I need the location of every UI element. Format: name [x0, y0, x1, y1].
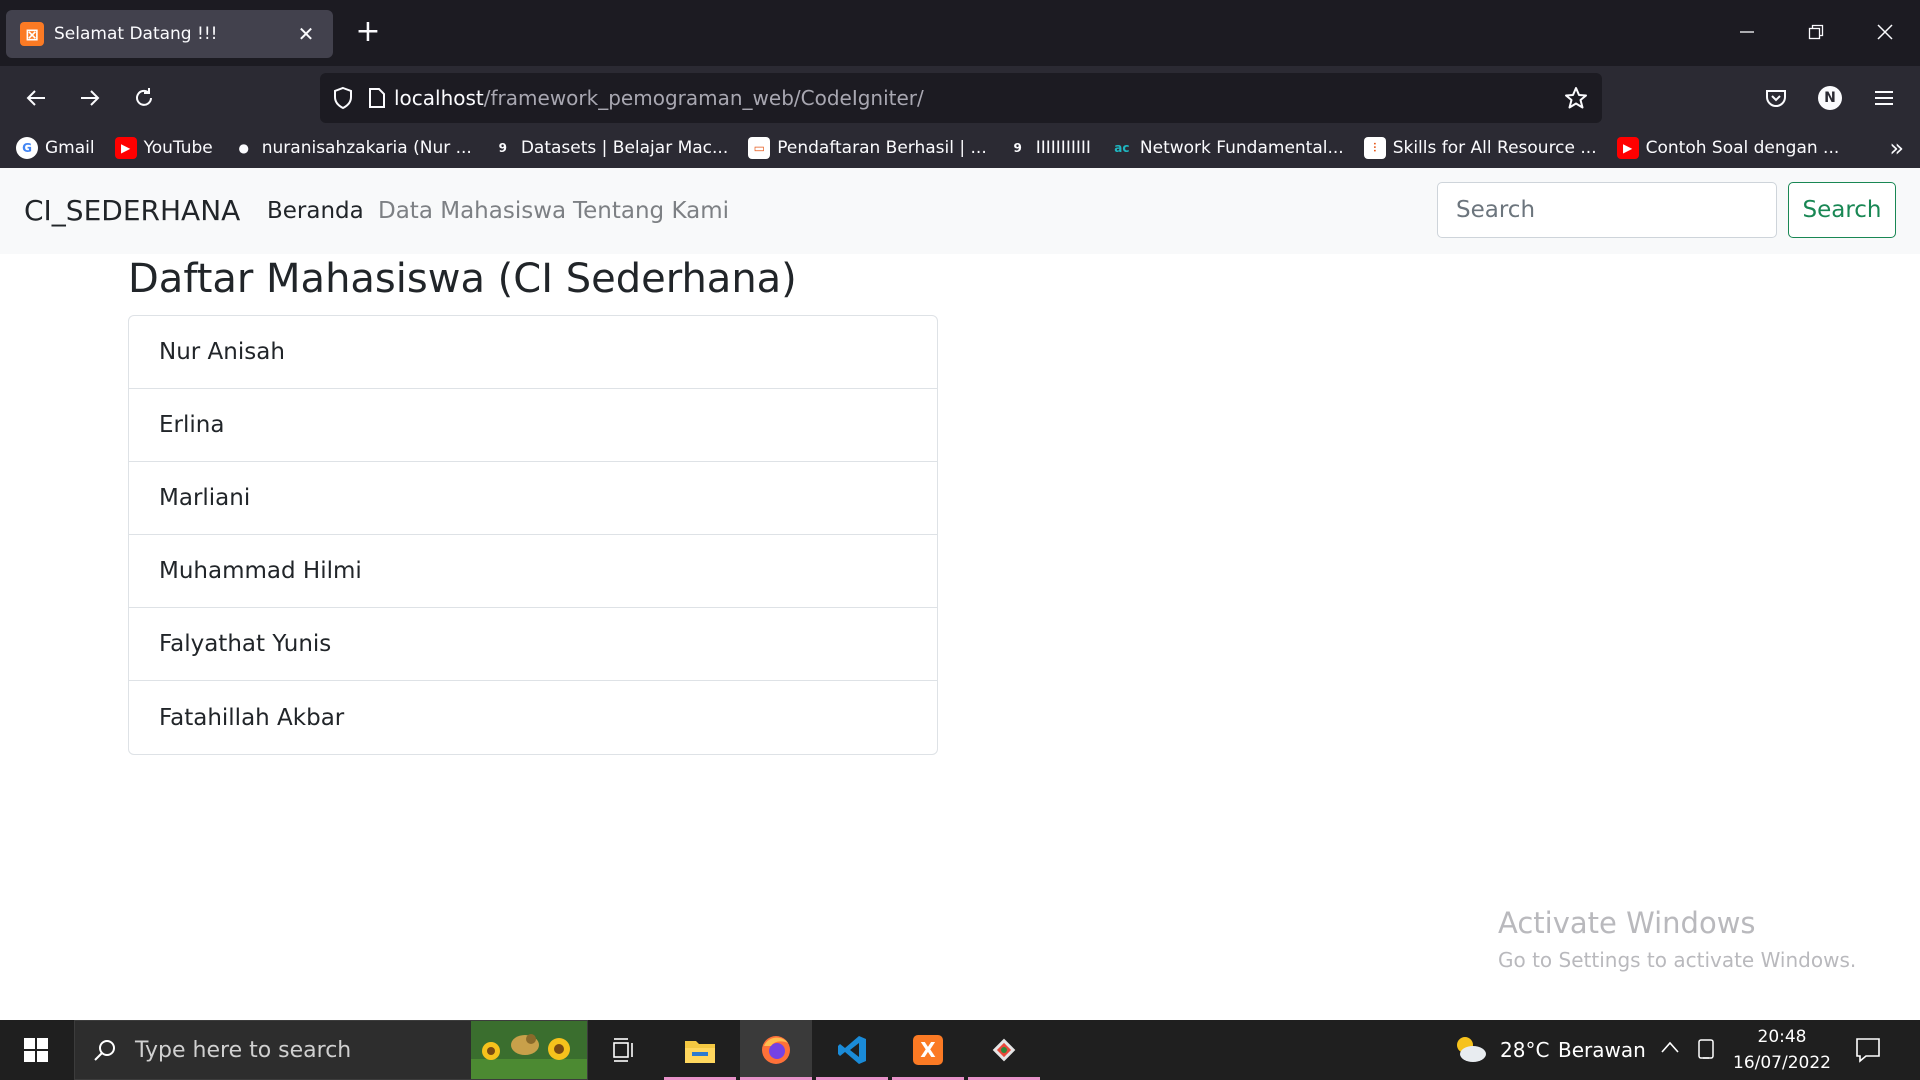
forward-arrow-icon[interactable] [68, 76, 112, 120]
account-avatar[interactable]: N [1808, 76, 1852, 120]
github-icon: ● [238, 141, 249, 155]
bookmark-label: Skills for All Resource ... [1392, 138, 1597, 158]
xampp-taskbar-icon[interactable]: X [892, 1020, 964, 1080]
nav-link-tentang-kami[interactable]: Tentang Kami [573, 198, 729, 224]
list-item: Erlina [129, 389, 937, 462]
ac-icon: ac [1114, 141, 1130, 155]
browser-toolbar: localhost/framework_pemograman_web/CodeI… [0, 66, 1920, 128]
bookmark-label: Datasets | Belajar Mac... [520, 138, 729, 158]
vscode-icon[interactable] [816, 1020, 888, 1080]
new-tab-plus-icon[interactable]: + [350, 14, 386, 50]
bookmark-item[interactable]: G Gmail [16, 137, 95, 159]
clock-time: 20:48 [1757, 1027, 1807, 1047]
cisco-icon: ⫶ [1363, 137, 1386, 159]
xampp-favicon-icon: ⊠ [20, 22, 44, 46]
sunflower-search-art [471, 1021, 587, 1079]
hamburger-menu-icon[interactable] [1862, 76, 1906, 120]
restore-window-icon[interactable] [1787, 10, 1845, 54]
page-info-icon[interactable] [368, 87, 386, 109]
account-initial: N [1824, 90, 1836, 106]
taskbar-clock[interactable]: 20:48 16/07/2022 [1722, 1024, 1842, 1076]
weather-temperature[interactable]: 28°C [1500, 1038, 1549, 1062]
bookmark-item[interactable]: ▶ Contoh Soal dengan ... [1616, 137, 1840, 159]
bookmark-item[interactable]: ▭ Pendaftaran Berhasil | ... [748, 137, 987, 159]
activate-windows-watermark: Activate Windows Go to Settings to activ… [1498, 906, 1856, 972]
shield-icon[interactable] [332, 86, 354, 110]
browser-titlebar: ⊠ Selamat Datang !!! ✕ + [0, 0, 1920, 66]
watermark-title: Activate Windows [1498, 906, 1756, 940]
bookmark-label: Contoh Soal dengan ... [1645, 138, 1840, 158]
page-title: Daftar Mahasiswa (CI Sederhana) [128, 256, 797, 302]
web-page: CI_SEDERHANA Beranda Data Mahasiswa Tent… [0, 168, 1920, 1020]
bookmark-star-icon[interactable] [1564, 86, 1588, 110]
bookmark-label: Network Fundamental... [1139, 138, 1344, 158]
list-item: Falyathat Yunis [129, 608, 937, 681]
bookmark-item[interactable]: ● nuranisahzakaria (Nur ... [233, 137, 472, 159]
minimize-window-icon[interactable] [1718, 10, 1776, 54]
back-arrow-icon[interactable] [14, 76, 58, 120]
chevron-up-icon[interactable] [1660, 1040, 1680, 1054]
youtube-icon: ▶ [114, 137, 137, 159]
g-icon: 9 [498, 141, 507, 155]
g-icon: 9 [1013, 141, 1022, 155]
weather-cloud-icon[interactable] [1452, 1034, 1488, 1064]
pocket-icon[interactable] [1754, 76, 1798, 120]
taskbar-search-placeholder: Type here to search [135, 1037, 352, 1063]
page-icon: ▭ [748, 137, 771, 159]
tab-close-icon[interactable]: ✕ [293, 22, 319, 46]
close-window-icon[interactable] [1856, 10, 1914, 54]
bookmarks-toolbar: G Gmail ▶ YouTube ● nuranisahzakaria (Nur ...… [0, 128, 1920, 168]
windows-taskbar: Type here to search X 28°C Berawan 20:48… [0, 1020, 1920, 1080]
bookmark-item[interactable]: ac Network Fundamental... [1111, 137, 1344, 159]
bookmark-item[interactable]: 9 Datasets | Belajar Mac... [492, 137, 729, 159]
clock-date: 16/07/2022 [1733, 1053, 1831, 1073]
weather-description[interactable]: Berawan [1558, 1038, 1646, 1062]
svg-text:X: X [920, 1038, 936, 1062]
search-icon [93, 1038, 117, 1062]
chevron-double-right-icon[interactable]: » [1889, 134, 1904, 162]
git-tool-icon[interactable] [968, 1020, 1040, 1080]
notification-center-icon[interactable] [1854, 1036, 1882, 1064]
nav-link-data-mahasiswa[interactable]: Data Mahasiswa [378, 198, 566, 224]
reload-icon[interactable] [122, 76, 166, 120]
bookmark-label: YouTube [143, 138, 213, 158]
list-item: Fatahillah Akbar [159, 704, 345, 731]
bookmark-label: Pendaftaran Berhasil | ... [777, 138, 987, 158]
windows-start-icon[interactable] [0, 1020, 72, 1080]
bookmark-label: Gmail [45, 138, 95, 158]
url-host: localhost [394, 86, 484, 110]
list-item: Nur Anisah [129, 316, 937, 389]
bookmark-item[interactable]: ⫶ Skills for All Resource ... [1363, 137, 1597, 159]
taskbar-search-box[interactable]: Type here to search [74, 1020, 588, 1080]
list-item: Muhammad Hilmi [129, 535, 937, 608]
list-item: Marliani [129, 462, 937, 535]
network-tray-icon[interactable] [1696, 1037, 1718, 1061]
bookmark-item[interactable]: 9 IIIIIIIIIII [1007, 137, 1091, 159]
site-brand[interactable]: CI_SEDERHANA [24, 194, 240, 227]
bookmark-label: nuranisahzakaria (Nur ... [261, 138, 472, 158]
browser-tab-active[interactable]: ⊠ Selamat Datang !!! ✕ [6, 10, 333, 58]
watermark-subtitle: Go to Settings to activate Windows. [1498, 948, 1857, 972]
google-icon: G [16, 137, 38, 159]
task-view-icon[interactable] [588, 1020, 660, 1080]
url-path: /framework_pemograman_web/CodeIgniter/ [483, 86, 924, 110]
address-bar[interactable]: localhost/framework_pemograman_web/CodeI… [320, 73, 1602, 123]
youtube-icon: ▶ [1616, 137, 1639, 159]
site-search-input[interactable] [1437, 182, 1777, 238]
site-navbar: CI_SEDERHANA Beranda Data Mahasiswa Tent… [0, 168, 1920, 254]
nav-link-beranda[interactable]: Beranda [267, 198, 364, 224]
site-search-button[interactable]: Search [1788, 182, 1896, 238]
bookmark-label: IIIIIIIIIII [1035, 138, 1091, 158]
tab-title: Selamat Datang !!! [54, 24, 218, 44]
student-list: Nur Anisah Erlina Marliani Muhammad Hilm… [128, 315, 938, 755]
firefox-taskbar-icon[interactable] [740, 1020, 812, 1080]
file-explorer-icon[interactable] [664, 1020, 736, 1080]
bookmark-item[interactable]: ▶ YouTube [114, 137, 213, 159]
